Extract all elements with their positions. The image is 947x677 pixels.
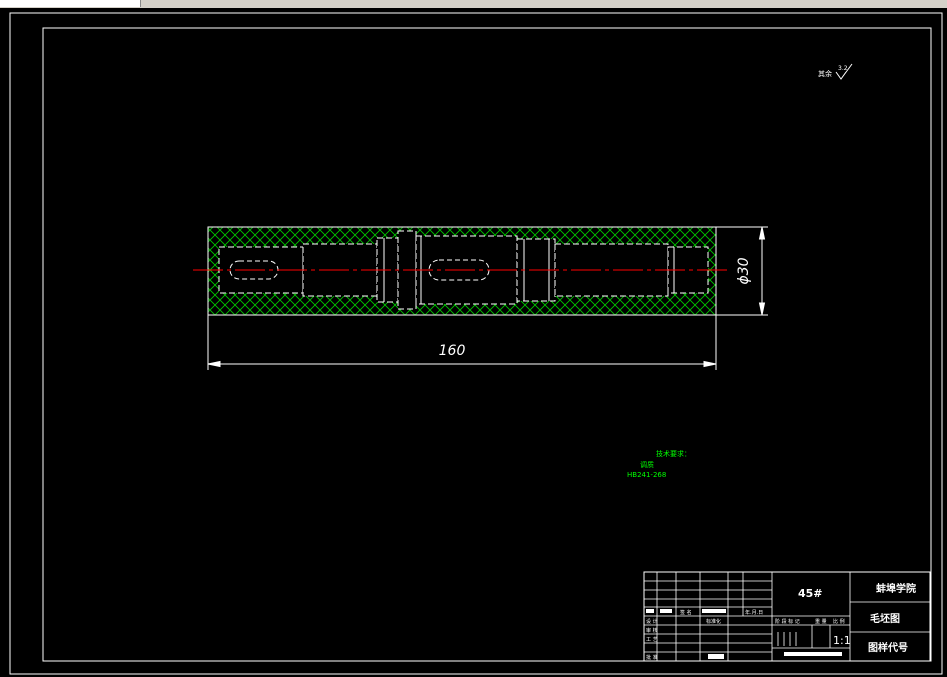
date-label: 年.月.日 xyxy=(745,609,763,616)
drawing-name: 毛坯图 xyxy=(870,612,900,625)
material-text: 45# xyxy=(798,587,823,600)
surface-note-value: 3.2 xyxy=(838,65,848,72)
school-name: 蚌埠学院 xyxy=(876,582,916,595)
technical-requirements: 技术要求： 调质 HB241-268 xyxy=(627,449,691,479)
drawing-code-label: 图样代号 xyxy=(868,641,908,654)
inner-frame xyxy=(42,27,932,662)
row-check-label: 审 核 xyxy=(646,627,658,634)
tech-requirements-heading: 技术要求： xyxy=(656,449,691,458)
title-block: 设 计 审 核 工 艺 批 准 标准化 签 名 年.月.日 阶 段 标 记 重 … xyxy=(643,571,931,662)
row-process-label: 工 艺 xyxy=(646,637,658,643)
cad-drawing: 其余 3.2 160 ϕ30 技术要求： 调质 HB241-268 设 计 审 … xyxy=(9,12,943,675)
weight-header: 重 量 xyxy=(815,618,827,625)
scale-header: 比 例 xyxy=(833,618,845,625)
stage-header: 阶 段 标 记 xyxy=(775,618,800,625)
file-tab[interactable] xyxy=(0,0,141,7)
row-approve-label: 批 准 xyxy=(646,654,658,661)
row-design-label: 设 计 xyxy=(646,618,658,625)
length-dimension-text: 160 xyxy=(439,343,466,359)
sign-label: 签 名 xyxy=(680,609,692,616)
window-top-strip xyxy=(0,0,947,8)
surface-roughness-note: 其余 3.2 xyxy=(818,63,853,80)
surface-note-label: 其余 xyxy=(818,69,832,78)
outer-frame xyxy=(9,12,943,675)
standardize-label: 标准化 xyxy=(706,618,721,625)
scale-value: 1:1 xyxy=(833,634,851,647)
tech-requirements-line2: HB241-268 xyxy=(627,471,666,479)
diameter-dimension-text: ϕ30 xyxy=(736,257,752,284)
tech-requirements-line1: 调质 xyxy=(640,460,654,469)
